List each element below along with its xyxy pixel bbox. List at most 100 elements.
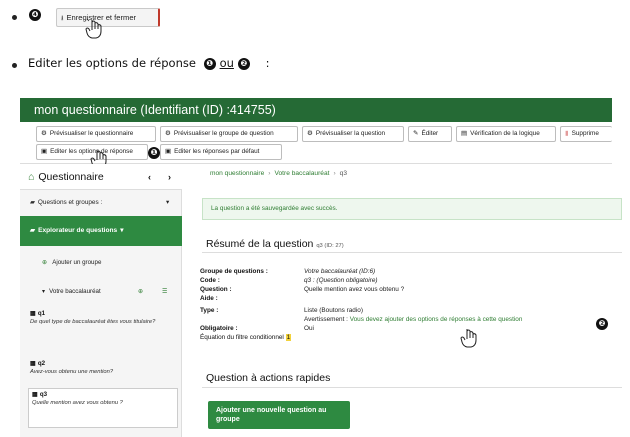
step-number-1: ❶: [148, 147, 160, 159]
preview-question-button[interactable]: ⚙ Prévisualiser la question: [302, 126, 404, 142]
filter-label: Équation du filtre conditionnel: [200, 334, 284, 341]
divider: [202, 252, 622, 253]
summary-question-id: q3 (ID: 27): [316, 243, 344, 249]
summary-title: Résumé de la question q3 (ID: 27): [206, 238, 344, 250]
mandatory-value: Oui: [304, 325, 314, 332]
question-code: q3: [39, 391, 48, 398]
group-value: Votre baccalauréat (ID:6): [304, 268, 376, 275]
preview-survey-button[interactable]: ⚙ Prévisualiser le questionnaire: [36, 126, 156, 142]
breadcrumb-group[interactable]: Votre baccalauréat: [274, 170, 329, 177]
breadcrumb: mon questionnaire › Votre baccalauréat › q3: [210, 170, 347, 177]
preview-group-button[interactable]: ⚙ Prévisualiser le groupe de question: [160, 126, 298, 142]
question-entry: ▦ q3 Quelle mention avez vous obtenu ?: [32, 391, 174, 407]
sidebar-title: Questionnaire: [38, 171, 104, 183]
question-code: q2: [37, 360, 46, 367]
chevron-right-icon[interactable]: ›: [168, 164, 171, 190]
hand-cursor-icon: [85, 18, 102, 39]
delete-label: Supprime: [571, 130, 599, 137]
gear-icon: ⚙: [41, 130, 47, 137]
summary-heading: Résumé de la question: [206, 238, 314, 250]
sidebar-item-questions-groups[interactable]: ▰ Questions et groupes : ▾: [20, 198, 182, 206]
list-item[interactable]: ▦ q1 De quel type de baccalauréat êtes vo…: [30, 310, 176, 326]
checklist-icon: ▤: [461, 130, 468, 137]
question-icon: ▦: [30, 360, 36, 367]
list-bullet: [12, 63, 17, 68]
code-value: q3 : (Question obligatoire): [304, 277, 378, 284]
caret-down-icon: ▾: [42, 288, 46, 295]
add-question-button[interactable]: Ajouter une nouvelle question au groupe: [208, 401, 350, 429]
question-text: De quel type de baccalauréat êtes vous t…: [30, 319, 156, 325]
question-text: Avez-vous obtenu une mention?: [30, 369, 114, 375]
group-name: Votre baccalauréat: [49, 288, 101, 295]
sidebar-header: ⌂ Questionnaire ‹ ›: [20, 164, 182, 190]
plus-circle-icon[interactable]: ⊕: [138, 288, 143, 295]
add-group-label: Ajouter un groupe: [52, 259, 102, 266]
question-icon: ▦: [32, 391, 38, 398]
colon-text: :: [265, 56, 270, 70]
success-alert: La question a été sauvegardée avec succè…: [202, 198, 622, 220]
sidebar-item-explorer[interactable]: ▰ Explorateur de questions ▾: [20, 216, 182, 246]
list-item-active[interactable]: ▦ q3 Quelle mention avez vous obtenu ?: [28, 388, 178, 428]
edit-options-instruction: Editer les options de réponse ❶ ou ❷ :: [28, 56, 269, 71]
group-label: Groupe de questions :: [200, 268, 268, 275]
survey-sidebar: ⌂ Questionnaire ‹ › ▰ Questions et groupes…: [20, 164, 182, 437]
step-number-2: ❷: [237, 58, 250, 70]
list-icon[interactable]: ☰: [162, 288, 168, 295]
list-edit-icon: ▣: [41, 148, 48, 155]
filter-row: Équation du filtre conditionnel 1: [200, 334, 292, 342]
gear-icon: ⚙: [307, 130, 313, 137]
gear-icon: ⚙: [165, 130, 171, 137]
help-label: Aide :: [200, 295, 218, 302]
type-label: Type :: [200, 307, 219, 314]
main-content: mon questionnaire › Votre baccalauréat › q3 …: [182, 164, 622, 437]
warning-prefix: Avertissement :: [304, 316, 350, 323]
step-number-2: ❷: [596, 318, 608, 330]
question-icon: ▦: [30, 310, 36, 317]
explorer-label: Explorateur de questions: [38, 227, 118, 234]
type-value: Liste (Boutons radio): [304, 307, 363, 314]
edit-label: Éditer: [421, 130, 439, 137]
survey-title-bar: mon questionnaire (Identifiant (ID) :414…: [20, 98, 612, 122]
folder-open-icon: ▰: [30, 227, 36, 234]
warning-line: Avertissement : Vous devez ajouter des o…: [304, 316, 522, 324]
pencil-icon: ✎: [413, 130, 419, 137]
add-answer-options-link[interactable]: Vous devez ajouter des options de répons…: [350, 316, 523, 323]
edit-default-answers-label: Editer les réponses par défaut: [174, 148, 260, 155]
list-item[interactable]: ▦ q2 Avez-vous obtenu une mention?: [30, 360, 176, 376]
caret-down-icon: ▾: [120, 227, 124, 234]
question-value: Quelle mention avez vous obtenu ?: [304, 286, 405, 293]
list-bullet: [12, 15, 17, 20]
delete-button[interactable]: ▮ Supprime: [560, 126, 612, 142]
questions-groups-label: Questions et groupes :: [37, 199, 103, 206]
sidebar-group-item[interactable]: ▾ Votre baccalauréat ⊕ ☰: [42, 288, 174, 295]
step-number-4: ❹: [29, 9, 41, 21]
preview-survey-label: Prévisualiser le questionnaire: [49, 130, 134, 137]
divider: [202, 387, 622, 388]
question-label: Question :: [200, 286, 232, 293]
caret-down-icon: ▾: [166, 199, 170, 206]
filter-value: 1: [285, 334, 292, 341]
add-group-link[interactable]: ⊕ Ajouter un groupe: [42, 259, 101, 266]
quick-actions-title: Question à actions rapides: [206, 372, 331, 384]
edit-button[interactable]: ✎ Éditer: [408, 126, 452, 142]
trash-icon: ▮: [565, 130, 569, 137]
step-number-1: ❶: [203, 58, 216, 70]
code-label: Code :: [200, 277, 220, 284]
question-code: q1: [37, 310, 46, 317]
preview-group-label: Prévisualiser le groupe de question: [173, 130, 274, 137]
question-text: Quelle mention avez vous obtenu ?: [32, 400, 123, 406]
preview-question-label: Prévisualiser la question: [315, 130, 386, 137]
plus-circle-icon: ⊕: [42, 259, 48, 266]
folder-icon: ▰: [30, 199, 35, 206]
save-icon: ⭳: [61, 15, 64, 22]
logic-check-label: Vérification de la logique: [470, 130, 540, 137]
or-text: ou: [219, 56, 234, 70]
edit-default-answers-button[interactable]: ▣ Editer les réponses par défaut: [160, 144, 282, 160]
hand-cursor-icon: [460, 329, 477, 348]
chevron-left-icon[interactable]: ‹: [148, 164, 151, 190]
breadcrumb-survey[interactable]: mon questionnaire: [210, 170, 264, 177]
logic-check-button[interactable]: ▤ Vérification de la logique: [456, 126, 556, 142]
list-edit-icon: ▣: [165, 148, 172, 155]
home-icon: ⌂: [28, 171, 35, 183]
instruction-text: Editer les options de réponse: [28, 56, 196, 70]
